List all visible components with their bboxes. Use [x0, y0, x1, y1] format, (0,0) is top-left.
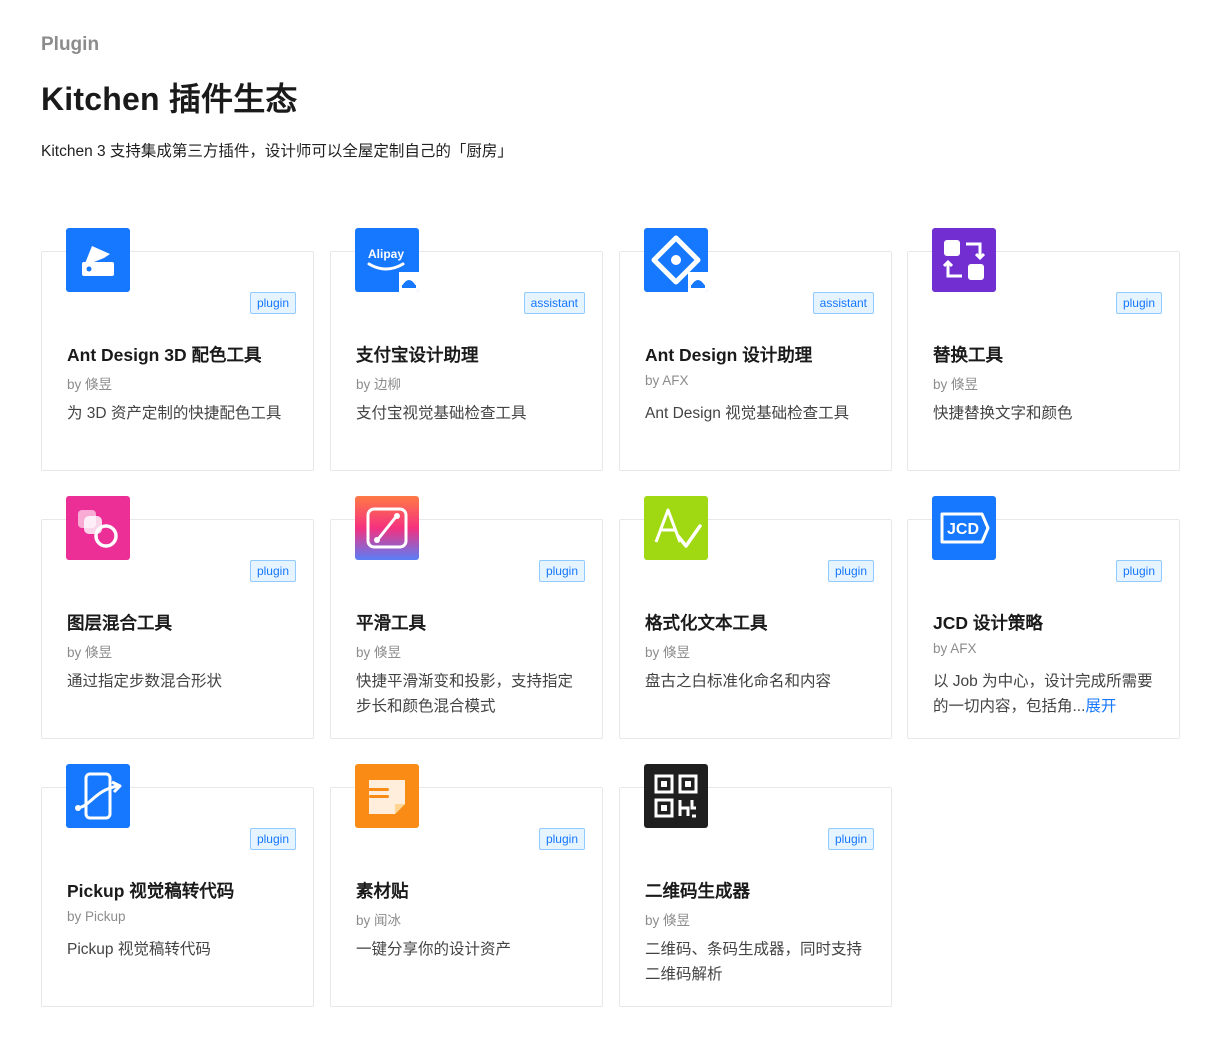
plugin-tag: plugin [1115, 292, 1162, 314]
plugin-card: plugin Pickup 视觉稿转代码 by Pickup Pickup 视觉… [41, 764, 314, 1007]
plugin-description: 快捷替换文字和颜色 [933, 405, 1073, 422]
ant-design-3d-icon [66, 228, 130, 292]
plugin-author: by 倏昱 [67, 645, 113, 660]
plugin-card: assistant 支付宝设计助理 by 边柳 支付宝视觉基础检查工具 Alip… [330, 228, 603, 471]
plugin-author: by 倏昱 [356, 645, 402, 660]
pickup-icon [66, 764, 130, 828]
plugin-card: plugin 格式化文本工具 by 倏昱 盘古之白标准化命名和内容 [619, 496, 892, 739]
plugin-tag: plugin [538, 828, 585, 850]
sticker-icon [355, 764, 419, 828]
plugin-card: plugin Ant Design 3D 配色工具 by 倏昱 为 3D 资产定… [41, 228, 314, 471]
plugin-name: 支付宝设计助理 [356, 345, 479, 365]
page-title: Kitchen 插件生态 [41, 81, 298, 117]
page-eyebrow: Plugin [41, 34, 100, 55]
plugin-card: plugin JCD 设计策略 by AFX 以 Job 为中心，设计完成所需要… [907, 496, 1180, 739]
plugin-author: by AFX [933, 641, 977, 656]
plugin-tag: plugin [538, 560, 585, 582]
plugin-card: plugin 二维码生成器 by 倏昱 二维码、条码生成器，同时支持二维码解析 [619, 764, 892, 1007]
assistant-tag: assistant [523, 292, 585, 314]
plugin-description: 一键分享你的设计资产 [356, 941, 512, 958]
plugin-description: 二维码、条码生成器，同时支持二维码解析 [645, 941, 863, 983]
plugin-author: by 倏昱 [645, 645, 691, 660]
plugin-name: 二维码生成器 [645, 881, 750, 901]
plugin-name: 格式化文本工具 [645, 613, 768, 633]
plugin-card: assistant Ant Design 设计助理 by AFX Ant Des… [619, 228, 892, 471]
layer-blend-icon [66, 496, 130, 560]
swap-icon [932, 228, 996, 292]
plugin-name: 替换工具 [933, 345, 1003, 365]
plugin-author: by 倏昱 [933, 377, 979, 392]
plugin-tag: plugin [827, 828, 874, 850]
plugin-description: 快捷平滑渐变和投影，支持指定步长和颜色混合模式 [356, 673, 574, 715]
assistant-tag: assistant [812, 292, 874, 314]
expand-link[interactable]: 展开 [1085, 698, 1116, 715]
plugin-description: 盘古之白标准化命名和内容 [645, 673, 832, 690]
plugin-card: plugin 平滑工具 by 倏昱 快捷平滑渐变和投影，支持指定步长和颜色混合模… [330, 496, 603, 739]
ant-design-logo-icon [644, 228, 708, 292]
plugin-author: by 边柳 [356, 377, 402, 392]
plugin-name: Ant Design 设计助理 [645, 345, 813, 365]
plugin-name: Pickup 视觉稿转代码 [67, 881, 235, 901]
plugin-card: plugin 替换工具 by 倏昱 快捷替换文字和颜色 [907, 228, 1180, 471]
plugin-author: by 倏昱 [645, 913, 691, 928]
plugin-name: 素材贴 [356, 881, 409, 901]
page-subtitle: Kitchen 3 支持集成第三方插件，设计师可以全屋定制自己的「厨房」 [41, 143, 513, 160]
plugin-name: 图层混合工具 [67, 613, 172, 633]
plugin-card: plugin 素材贴 by 闻冰 一键分享你的设计资产 [330, 764, 603, 1007]
plugin-author: by Pickup [67, 909, 126, 924]
jcd-icon: JCD [932, 496, 996, 560]
plugin-tag: plugin [827, 560, 874, 582]
plugin-name: 平滑工具 [356, 613, 426, 633]
plugin-description: 支付宝视觉基础检查工具 [356, 405, 527, 422]
plugin-author: by 闻冰 [356, 913, 402, 928]
svg-text:Alipay: Alipay [368, 247, 404, 261]
plugin-name: JCD 设计策略 [933, 613, 1043, 633]
qrcode-icon [644, 764, 708, 828]
plugin-author: by 倏昱 [67, 377, 113, 392]
plugin-tag: plugin [1115, 560, 1162, 582]
plugin-description: 以 Job 为中心，设计完成所需要的一切内容，包括角...展开 [933, 669, 1158, 719]
svg-text:JCD: JCD [947, 521, 979, 538]
plugin-description: Ant Design 视觉基础检查工具 [645, 405, 850, 422]
smooth-icon [355, 496, 419, 560]
plugin-description: 为 3D 资产定制的快捷配色工具 [67, 405, 282, 422]
text-format-icon [644, 496, 708, 560]
plugin-author: by AFX [645, 373, 689, 388]
plugin-card: plugin 图层混合工具 by 倏昱 通过指定步数混合形状 [41, 496, 314, 739]
alipay-icon: Alipay [355, 228, 419, 292]
plugin-description: 通过指定步数混合形状 [67, 673, 223, 690]
plugin-tag: plugin [249, 828, 296, 850]
plugin-tag: plugin [249, 292, 296, 314]
plugin-name: Ant Design 3D 配色工具 [67, 345, 262, 365]
plugin-tag: plugin [249, 560, 296, 582]
plugin-description-text: 以 Job 为中心，设计完成所需要的一切内容，包括角... [933, 673, 1153, 715]
plugin-description: Pickup 视觉稿转代码 [67, 941, 211, 958]
